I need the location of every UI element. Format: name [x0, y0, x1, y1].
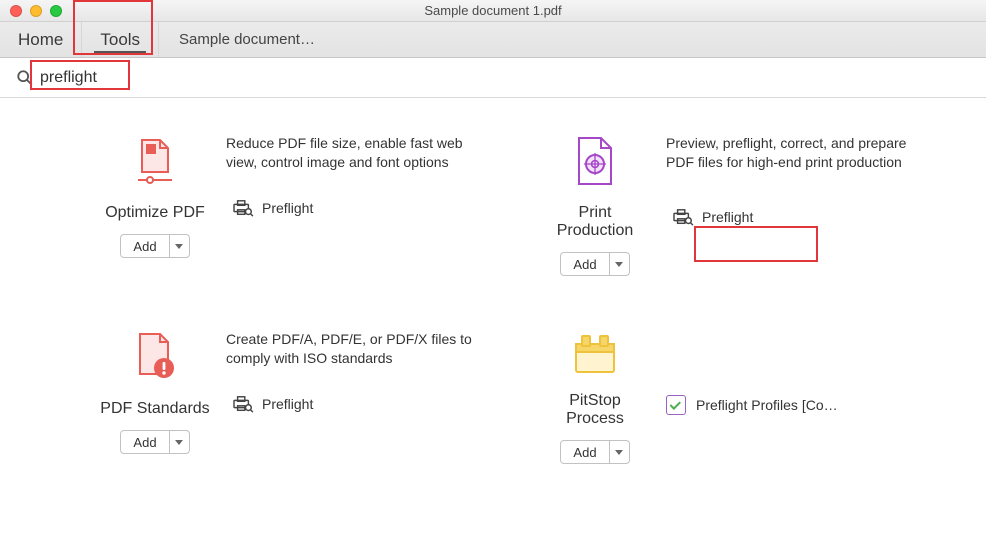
- add-button-dropdown[interactable]: [609, 253, 629, 275]
- search-bar: [0, 58, 986, 98]
- checkbox-checked-icon: [666, 395, 686, 415]
- preflight-action[interactable]: Preflight: [666, 204, 920, 230]
- printer-search-icon: [232, 395, 254, 413]
- tab-document[interactable]: Sample document…: [179, 22, 315, 57]
- optimize-pdf-icon: [100, 134, 210, 188]
- tool-title: Optimize PDF: [100, 204, 210, 222]
- search-icon: [16, 69, 34, 87]
- chevron-down-icon: [615, 262, 623, 267]
- add-button[interactable]: Add: [120, 234, 189, 258]
- maximize-window-button[interactable]: [50, 5, 62, 17]
- preflight-action[interactable]: Preflight: [226, 195, 480, 221]
- tool-pdf-standards[interactable]: Create PDF/A, PDF/E, or PDF/X files to c…: [100, 330, 480, 464]
- print-production-icon: [540, 134, 650, 188]
- add-button-label: Add: [561, 441, 608, 463]
- tool-pitstop-process[interactable]: PitStop Process Preflight Profiles [Co… …: [540, 330, 920, 464]
- pitstop-process-icon: [540, 330, 650, 376]
- search-input[interactable]: [40, 69, 170, 87]
- printer-search-icon: [672, 208, 694, 226]
- preflight-action[interactable]: Preflight: [226, 391, 480, 417]
- add-button-dropdown[interactable]: [169, 235, 189, 257]
- tool-description: Create PDF/A, PDF/E, or PDF/X files to c…: [226, 330, 480, 368]
- window-titlebar: Sample document 1.pdf: [0, 0, 986, 22]
- tool-title: Print Production: [540, 204, 650, 240]
- preflight-profiles-item[interactable]: Preflight Profiles [Co…: [666, 395, 920, 415]
- tool-print-production[interactable]: Preview, preflight, correct, and prepare…: [540, 134, 920, 276]
- tool-description: Preview, preflight, correct, and prepare…: [666, 134, 920, 172]
- add-button-label: Add: [121, 431, 168, 453]
- printer-search-icon: [232, 199, 254, 217]
- tool-description: Reduce PDF file size, enable fast web vi…: [226, 134, 480, 172]
- tab-bar: Home Tools Sample document…: [0, 22, 986, 58]
- window-title: Sample document 1.pdf: [0, 3, 986, 18]
- tab-tools[interactable]: Tools: [82, 22, 159, 57]
- tool-title: PDF Standards: [100, 400, 210, 418]
- add-button-dropdown[interactable]: [609, 441, 629, 463]
- action-label: Preflight: [262, 200, 313, 216]
- pdf-standards-icon: [100, 330, 210, 384]
- close-window-button[interactable]: [10, 5, 22, 17]
- chevron-down-icon: [615, 450, 623, 455]
- add-button-label: Add: [561, 253, 608, 275]
- add-button[interactable]: Add: [560, 252, 629, 276]
- add-button[interactable]: Add: [120, 430, 189, 454]
- tools-grid: Reduce PDF file size, enable fast web vi…: [0, 98, 986, 484]
- profile-label: Preflight Profiles [Co…: [696, 397, 838, 413]
- tab-home[interactable]: Home: [0, 22, 82, 57]
- tool-optimize-pdf[interactable]: Reduce PDF file size, enable fast web vi…: [100, 134, 480, 276]
- add-button-label: Add: [121, 235, 168, 257]
- traffic-lights: [0, 5, 62, 17]
- tool-title: PitStop Process: [540, 392, 650, 428]
- chevron-down-icon: [175, 440, 183, 445]
- action-label: Preflight: [262, 396, 313, 412]
- chevron-down-icon: [175, 244, 183, 249]
- action-label: Preflight: [702, 209, 753, 225]
- add-button-dropdown[interactable]: [169, 431, 189, 453]
- add-button[interactable]: Add: [560, 440, 629, 464]
- minimize-window-button[interactable]: [30, 5, 42, 17]
